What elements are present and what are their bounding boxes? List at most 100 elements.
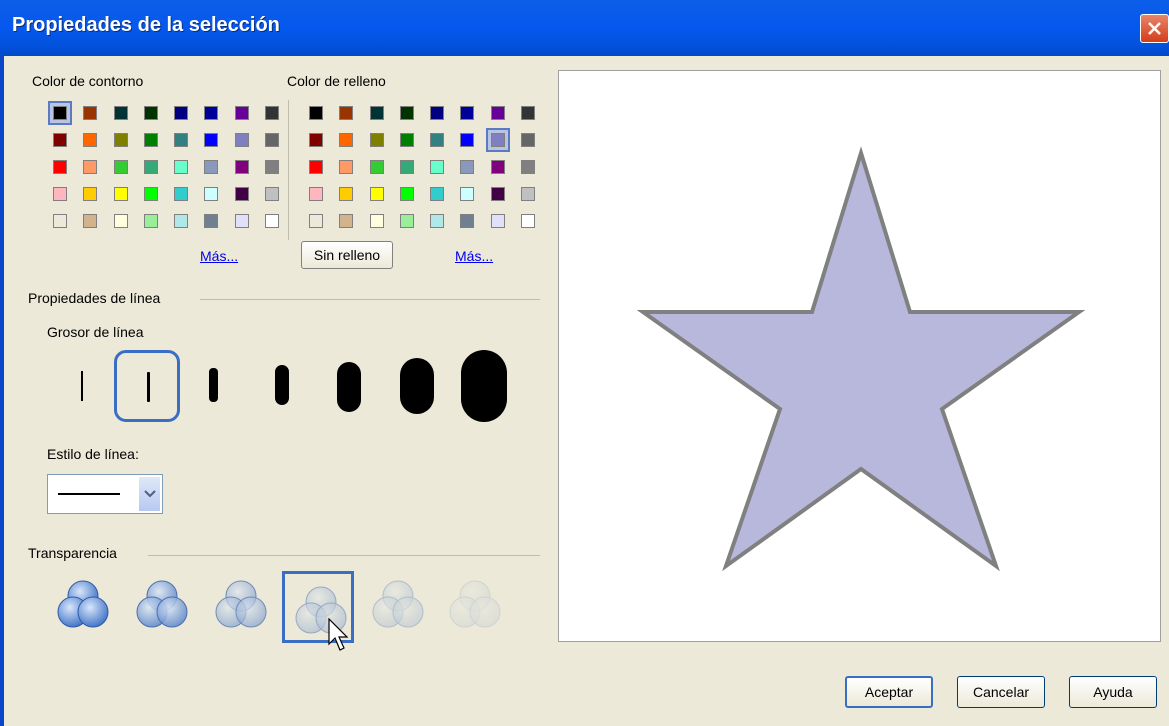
fill-color-swatch[interactable] <box>395 155 419 179</box>
outline-color-swatch[interactable] <box>169 209 193 233</box>
fill-color-swatch[interactable] <box>455 209 479 233</box>
fill-more-link[interactable]: Más... <box>455 248 493 264</box>
outline-color-swatch[interactable] <box>109 155 133 179</box>
transparency-option[interactable] <box>208 571 280 643</box>
outline-color-swatch[interactable] <box>109 101 133 125</box>
fill-color-swatch[interactable] <box>425 182 449 206</box>
fill-color-swatch[interactable] <box>395 182 419 206</box>
fill-color-swatch[interactable] <box>455 155 479 179</box>
outline-color-swatch[interactable] <box>139 209 163 233</box>
fill-color-swatch[interactable] <box>485 128 510 152</box>
fill-color-swatch[interactable] <box>425 155 449 179</box>
fill-color-swatch[interactable] <box>516 209 540 233</box>
fill-color-swatch[interactable] <box>334 128 358 152</box>
outline-color-swatch[interactable] <box>260 209 284 233</box>
fill-color-swatch[interactable] <box>304 155 328 179</box>
fill-color-swatch[interactable] <box>486 155 510 179</box>
outline-color-swatch[interactable] <box>109 182 133 206</box>
fill-color-swatch[interactable] <box>334 182 358 206</box>
fill-color-swatch[interactable] <box>334 209 358 233</box>
outline-color-swatch[interactable] <box>109 128 133 152</box>
outline-color-swatch[interactable] <box>139 128 163 152</box>
outline-color-swatch[interactable] <box>139 101 163 125</box>
outline-color-swatch[interactable] <box>169 101 193 125</box>
fill-color-swatch[interactable] <box>334 155 358 179</box>
outline-color-swatch[interactable] <box>260 101 284 125</box>
outline-color-swatch[interactable] <box>199 155 223 179</box>
outline-color-swatch[interactable] <box>139 182 163 206</box>
transparency-option[interactable] <box>129 571 201 643</box>
fill-color-swatch[interactable] <box>425 209 449 233</box>
fill-color-swatch[interactable] <box>304 209 328 233</box>
thickness-option-2[interactable] <box>114 350 180 422</box>
ok-button[interactable]: Aceptar <box>845 676 933 708</box>
no-fill-button[interactable]: Sin relleno <box>301 241 393 269</box>
outline-color-swatch[interactable] <box>230 128 254 152</box>
thickness-option-5[interactable] <box>327 352 371 422</box>
outline-color-swatch[interactable] <box>78 128 102 152</box>
outline-color-swatch[interactable] <box>199 101 223 125</box>
outline-color-swatch[interactable] <box>78 155 102 179</box>
outline-color-swatch[interactable] <box>230 101 254 125</box>
fill-color-swatch[interactable] <box>304 128 328 152</box>
fill-color-swatch[interactable] <box>516 101 540 125</box>
fill-color-swatch[interactable] <box>516 128 540 152</box>
close-button[interactable] <box>1140 14 1169 43</box>
transparency-option[interactable] <box>365 571 437 643</box>
outline-color-swatch[interactable] <box>109 209 133 233</box>
outline-color-swatch[interactable] <box>260 128 284 152</box>
fill-color-swatch[interactable] <box>486 209 510 233</box>
fill-color-swatch[interactable] <box>425 101 449 125</box>
line-style-select[interactable] <box>47 474 163 514</box>
fill-color-swatch[interactable] <box>486 182 510 206</box>
fill-color-swatch[interactable] <box>395 128 419 152</box>
outline-color-swatch[interactable] <box>78 101 102 125</box>
fill-color-swatch[interactable] <box>304 182 328 206</box>
thickness-option-3[interactable] <box>193 352 233 422</box>
outline-color-swatch[interactable] <box>48 155 72 179</box>
outline-color-swatch[interactable] <box>169 155 193 179</box>
outline-color-swatch[interactable] <box>230 182 254 206</box>
outline-color-swatch[interactable] <box>199 182 223 206</box>
outline-color-swatch[interactable] <box>48 101 72 125</box>
fill-color-swatch[interactable] <box>455 182 479 206</box>
fill-color-swatch[interactable] <box>334 101 358 125</box>
thickness-option-1[interactable] <box>62 352 102 422</box>
help-button[interactable]: Ayuda <box>1069 676 1157 708</box>
outline-color-swatch[interactable] <box>78 209 102 233</box>
outline-color-swatch[interactable] <box>48 128 72 152</box>
thickness-option-4[interactable] <box>262 352 302 422</box>
fill-color-swatch[interactable] <box>516 182 540 206</box>
thickness-option-7[interactable] <box>456 346 514 426</box>
transparency-option[interactable] <box>442 571 514 643</box>
outline-color-swatch[interactable] <box>78 182 102 206</box>
fill-color-swatch[interactable] <box>455 101 479 125</box>
fill-color-swatch[interactable] <box>486 101 510 125</box>
fill-color-swatch[interactable] <box>516 155 540 179</box>
outline-color-swatch[interactable] <box>169 128 193 152</box>
fill-color-swatch[interactable] <box>455 128 479 152</box>
outline-color-swatch[interactable] <box>260 182 284 206</box>
outline-color-swatch[interactable] <box>230 209 254 233</box>
fill-color-swatch[interactable] <box>365 101 389 125</box>
outline-color-swatch[interactable] <box>139 155 163 179</box>
fill-color-swatch[interactable] <box>365 182 389 206</box>
fill-color-swatch[interactable] <box>365 209 389 233</box>
transparency-option[interactable] <box>50 571 122 643</box>
fill-color-swatch[interactable] <box>395 209 419 233</box>
outline-color-swatch[interactable] <box>199 128 223 152</box>
fill-color-swatch[interactable] <box>395 101 419 125</box>
outline-color-swatch[interactable] <box>230 155 254 179</box>
thickness-option-6[interactable] <box>392 352 444 422</box>
outline-color-swatch[interactable] <box>48 209 72 233</box>
outline-more-link[interactable]: Más... <box>200 248 238 264</box>
outline-color-swatch[interactable] <box>260 155 284 179</box>
fill-color-swatch[interactable] <box>425 128 449 152</box>
fill-color-swatch[interactable] <box>304 101 328 125</box>
dropdown-button[interactable] <box>138 477 160 511</box>
fill-color-swatch[interactable] <box>365 128 389 152</box>
outline-color-swatch[interactable] <box>199 209 223 233</box>
cancel-button[interactable]: Cancelar <box>957 676 1045 708</box>
outline-color-swatch[interactable] <box>169 182 193 206</box>
fill-color-swatch[interactable] <box>365 155 389 179</box>
